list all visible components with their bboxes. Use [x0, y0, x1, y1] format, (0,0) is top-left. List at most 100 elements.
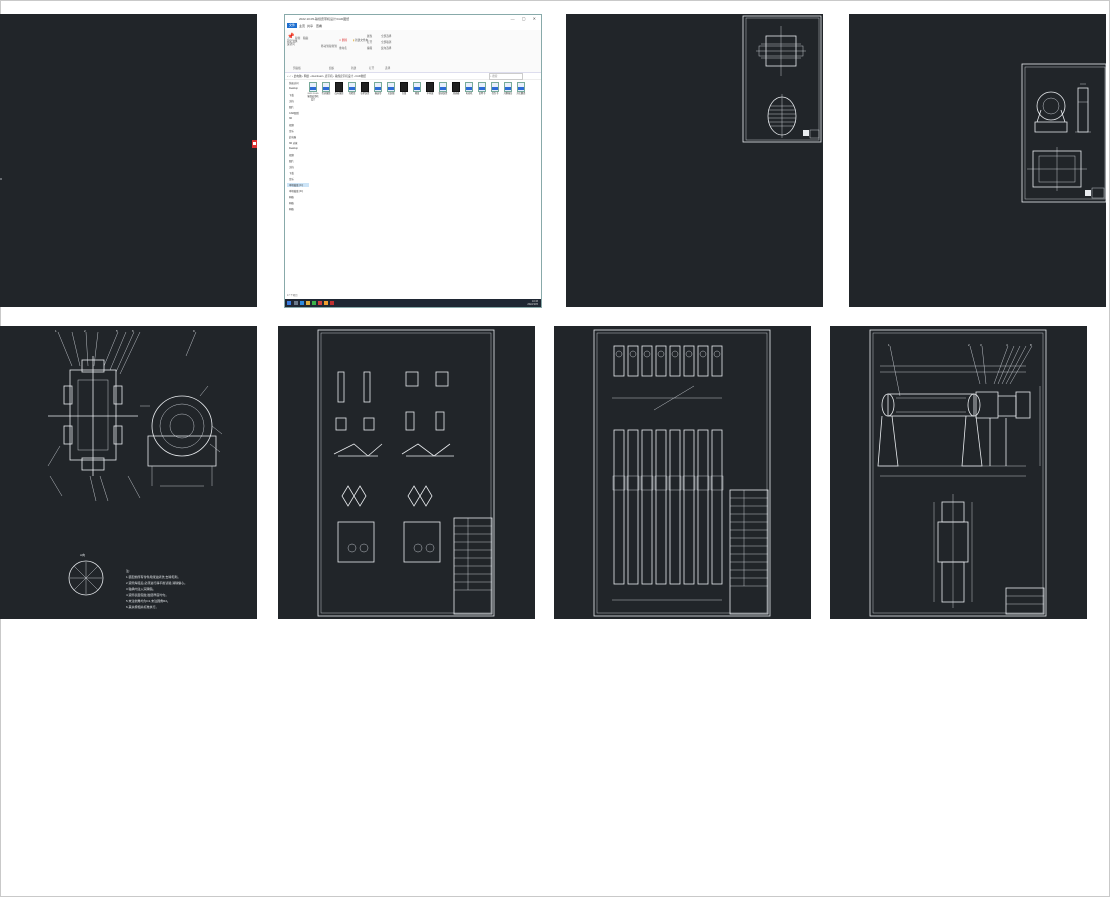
ribbon-button-delete[interactable]: ✕ 删除: [339, 38, 347, 42]
window-controls[interactable]: — ▢ ✕: [511, 16, 539, 21]
ribbon-button-new-folder[interactable]: ▮ 新建文件夹: [353, 38, 368, 42]
ribbon-button-invert[interactable]: 反向选择: [381, 46, 391, 50]
ribbon-button-move[interactable]: 移动到: [321, 44, 329, 48]
nav-item[interactable]: CAD图纸: [289, 111, 299, 115]
ribbon-button-open[interactable]: 打开: [367, 40, 372, 44]
file-name: 2022.10.05 输煤皮带机设计: [307, 93, 319, 101]
file-item[interactable]: 2022.10.05 输煤皮带机设计: [307, 82, 319, 102]
file-item[interactable]: 张紧装置: [359, 82, 371, 96]
nav-item[interactable]: 快速访问: [289, 81, 299, 85]
ribbon-button-copy[interactable]: 复制: [295, 36, 300, 40]
idler-bottom-shape: [669, 429, 681, 585]
idler-top-roller: [629, 350, 637, 358]
tab-home[interactable]: 主页: [299, 24, 305, 28]
nav-item[interactable]: 音乐: [289, 129, 294, 133]
thumbnail-blank-drawing[interactable]: [0, 14, 257, 307]
file-item[interactable]: 开题报告: [502, 82, 514, 96]
file-item[interactable]: 说明书: [476, 82, 488, 96]
thumbnail-bearing-seat-drawing[interactable]: [849, 14, 1106, 307]
thumbnail-drum-assembly-drawing[interactable]: 12569 A向 注: 1.装配前所有零件用煤油清洗,去除毛刺。 2.滚筒焊接后…: [0, 326, 257, 619]
nav-item[interactable]: 3D: [289, 117, 292, 120]
idler-bottom-shape: [683, 429, 695, 585]
ribbon-button-properties[interactable]: 属性: [367, 34, 372, 38]
ribbon-button-rename[interactable]: 重命名: [339, 46, 347, 50]
file-item[interactable]: 中间架: [424, 82, 436, 96]
file-item[interactable]: 外文翻译: [515, 82, 527, 96]
svg-text:6.其余按相关标准执行。: 6.其余按相关标准执行。: [126, 604, 159, 609]
file-item[interactable]: 总装图: [385, 82, 397, 96]
file-item[interactable]: 改向滚筒: [333, 82, 345, 96]
nav-item[interactable]: 下载: [289, 171, 294, 175]
nav-item[interactable]: 图片: [289, 105, 294, 109]
idler-bottom-block: [682, 475, 696, 491]
ribbon-button-edit[interactable]: 编辑: [367, 46, 372, 50]
thumbnail-file-explorer[interactable]: 2022.10.05-输煤皮带机设计/CAD图纸 — ▢ ✕ 文件 主页 共享 …: [284, 14, 542, 308]
nav-item[interactable]: 3D 对象: [289, 141, 298, 145]
address-bar[interactable]: ‹ › ↑ › 此电脑 › 网络 › download › 皮带机 › 输煤皮带…: [285, 73, 541, 80]
idler-bottom-shape: [641, 429, 653, 585]
file-item[interactable]: 任务书: [489, 82, 501, 96]
file-item[interactable]: 尾架: [411, 82, 423, 96]
explorer-icon[interactable]: [306, 301, 310, 305]
file-item[interactable]: 输送带: [372, 82, 384, 96]
nav-item[interactable]: 文档: [289, 99, 294, 103]
nav-item[interactable]: 下载: [289, 93, 294, 97]
ribbon-button-copyto[interactable]: 复制到: [329, 44, 337, 48]
document-file-icon: [478, 82, 486, 92]
thumbnail-drum-drawing[interactable]: [566, 14, 823, 307]
nav-item[interactable]: 本地磁盘 (D:): [289, 189, 303, 193]
nav-item[interactable]: Desktop: [289, 147, 298, 150]
address-path[interactable]: ‹ › ↑ › 此电脑 › 网络 › download › 皮带机 › 输煤皮带…: [287, 74, 366, 78]
file-item[interactable]: 头架: [398, 82, 410, 96]
tab-view[interactable]: 查看: [316, 24, 322, 28]
thumbnail-idler-layout[interactable]: [554, 326, 811, 619]
nav-item[interactable]: 此电脑: [289, 135, 296, 139]
file-name: 传动滚筒: [321, 93, 331, 95]
nav-item[interactable]: 视频: [289, 123, 294, 127]
app-icon[interactable]: [312, 301, 316, 305]
thumbnail-idler-schematic[interactable]: [278, 326, 535, 619]
nav-item[interactable]: 本地磁盘 (C:): [287, 183, 309, 187]
search-taskbar-icon[interactable]: [294, 301, 298, 305]
start-icon[interactable]: [287, 301, 291, 305]
edge-icon[interactable]: [300, 301, 304, 305]
nav-item[interactable]: 网络: [289, 195, 294, 199]
idler-top-roller: [643, 350, 651, 358]
search-input[interactable]: ⌕ 搜索: [489, 73, 523, 80]
nav-item[interactable]: 图片: [289, 159, 294, 163]
schematic-column-1: [333, 371, 383, 563]
ribbon-button-select-all[interactable]: 全部选择: [381, 34, 391, 38]
app-icon-2[interactable]: [318, 301, 322, 305]
idler-bottom-block: [696, 475, 710, 491]
nav-item[interactable]: 网络: [289, 201, 294, 205]
nav-item[interactable]: 文档: [289, 165, 294, 169]
nav-item[interactable]: 网络: [289, 207, 294, 211]
nav-item[interactable]: Desktop: [289, 87, 298, 90]
explorer-title-bar: 2022.10.05-输煤皮带机设计/CAD图纸 — ▢ ✕: [285, 15, 541, 22]
cad-icon[interactable]: [330, 301, 334, 305]
clock: 10:33 2022/10/5: [527, 300, 538, 306]
drum-assembly-canvas: 12569 A向 注: 1.装配前所有零件用煤油清洗,去除毛刺。 2.滚筒焊接后…: [47, 329, 223, 609]
ribbon-button-paste[interactable]: 粘贴: [303, 36, 308, 40]
file-name: 开题报告: [503, 93, 513, 95]
ribbon-button-select-none[interactable]: 全部取消: [381, 40, 391, 44]
thumbnail-conveyor-general-assembly[interactable]: 12348: [830, 326, 1087, 619]
app-icon-3[interactable]: [324, 301, 328, 305]
tab-file[interactable]: 文件: [287, 23, 298, 28]
svg-text:2.滚筒焊接后,必须进行静平衡试验,消除偏心。: 2.滚筒焊接后,必须进行静平衡试验,消除偏心。: [126, 580, 187, 585]
tab-share[interactable]: 共享: [307, 24, 313, 28]
file-item[interactable]: 传动滚筒: [320, 82, 332, 96]
file-item[interactable]: 电动机: [463, 82, 475, 96]
svg-text:5.未注倒角均为C1,未注圆角R2。: 5.未注倒角均为C1,未注圆角R2。: [126, 598, 170, 603]
nav-item[interactable]: 音乐: [289, 177, 294, 181]
nav-item[interactable]: 视频: [289, 153, 294, 157]
file-item[interactable]: 减速器: [450, 82, 462, 96]
file-item[interactable]: 驱动装置: [437, 82, 449, 96]
idler-top-row: [613, 345, 723, 377]
svg-text:2: 2: [84, 329, 86, 333]
svg-text:A向: A向: [80, 552, 85, 557]
file-name: 说明书: [478, 93, 486, 95]
ribbon-button-pin[interactable]: 📌 固定到快速访问: [287, 33, 317, 46]
idler-top-roller: [615, 350, 623, 358]
file-item[interactable]: 托辊组: [346, 82, 358, 96]
